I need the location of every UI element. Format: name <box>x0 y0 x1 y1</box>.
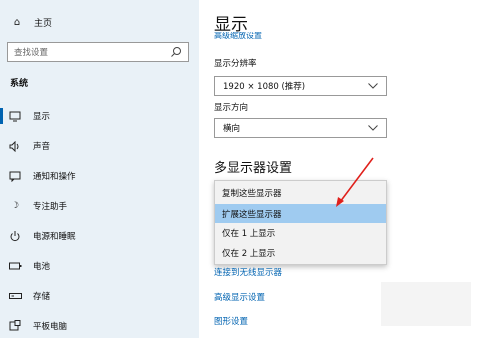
dropdown-option-only-1[interactable]: 仅在 1 上显示 <box>215 223 386 242</box>
chevron-down-icon <box>368 83 378 89</box>
section-label-system: 系统 <box>10 79 29 89</box>
chevron-down-icon <box>368 125 378 131</box>
resolution-label: 显示分辨率 <box>214 59 257 69</box>
resolution-select[interactable]: 1920 × 1080 (推荐) <box>214 76 387 96</box>
dropdown-option-extend[interactable]: 扩展这些显示器 <box>215 204 386 223</box>
display-settings-panel: 显示 高级缩放设置 显示分辨率 1920 × 1080 (推荐) 显示方向 横向… <box>199 0 500 338</box>
moon-icon: ☽ <box>10 201 20 211</box>
sidebar-item-label: 电池 <box>33 262 51 272</box>
dropdown-option-duplicate[interactable]: 复制这些显示器 <box>215 183 386 202</box>
orientation-value: 横向 <box>223 124 241 134</box>
sidebar-item-label: 声音 <box>33 142 51 152</box>
sidebar-item-battery[interactable]: 电池 <box>0 252 199 280</box>
blurred-area <box>381 282 471 326</box>
sidebar-item-storage[interactable]: 存储 <box>0 282 199 310</box>
notification-icon <box>8 169 22 183</box>
tablet-icon <box>8 319 22 333</box>
sidebar-item-notifications[interactable]: 通知和操作 <box>0 162 199 190</box>
sidebar-item-focus-assist[interactable]: ☽ 专注助手 <box>0 192 199 220</box>
search-icon <box>171 47 181 57</box>
sidebar-item-label: 平板电脑 <box>33 322 68 332</box>
sidebar-item-power-sleep[interactable]: 电源和睡眠 <box>0 222 199 250</box>
power-icon <box>8 229 22 243</box>
connect-wireless-display-link[interactable]: 连接到无线显示器 <box>214 266 282 278</box>
sidebar-item-label: 专注助手 <box>33 202 68 212</box>
battery-icon <box>8 259 22 273</box>
dropdown-option-only-2[interactable]: 仅在 2 上显示 <box>215 243 386 262</box>
search-input[interactable]: 查找设置 <box>7 42 189 62</box>
sidebar-item-sound[interactable]: 声音 <box>0 132 199 160</box>
monitor-icon <box>8 109 22 123</box>
sidebar-item-label: 电源和睡眠 <box>33 232 76 242</box>
orientation-label: 显示方向 <box>214 103 249 113</box>
resolution-value: 1920 × 1080 (推荐) <box>223 82 306 92</box>
multi-display-dropdown[interactable]: 复制这些显示器 扩展这些显示器 仅在 1 上显示 仅在 2 上显示 <box>214 180 387 265</box>
storage-icon <box>8 289 22 303</box>
orientation-select[interactable]: 横向 <box>214 118 387 138</box>
sidebar-item-label: 通知和操作 <box>33 172 76 182</box>
sidebar-item-label: 存储 <box>33 292 51 302</box>
speaker-icon <box>8 139 22 153</box>
advanced-display-settings-link[interactable]: 高级显示设置 <box>214 291 265 303</box>
sidebar-item-tablet[interactable]: 平板电脑 <box>0 312 199 338</box>
sidebar-item-display[interactable]: 显示 <box>0 102 199 130</box>
home-nav-item[interactable]: ⌂ 主页 <box>10 13 52 31</box>
home-icon: ⌂ <box>13 16 21 28</box>
graphics-settings-link[interactable]: 图形设置 <box>214 315 248 327</box>
home-label: 主页 <box>34 18 53 29</box>
multi-display-heading: 多显示器设置 <box>214 161 293 176</box>
search-placeholder: 查找设置 <box>14 48 49 58</box>
sidebar-item-label: 显示 <box>33 112 51 122</box>
settings-sidebar: ⌂ 主页 查找设置 系统 显示 声音 通知和操作 ☽ 专注助手 电源和睡眠 电池… <box>0 0 199 338</box>
advanced-scaling-link[interactable]: 高级缩放设置 <box>214 32 262 41</box>
